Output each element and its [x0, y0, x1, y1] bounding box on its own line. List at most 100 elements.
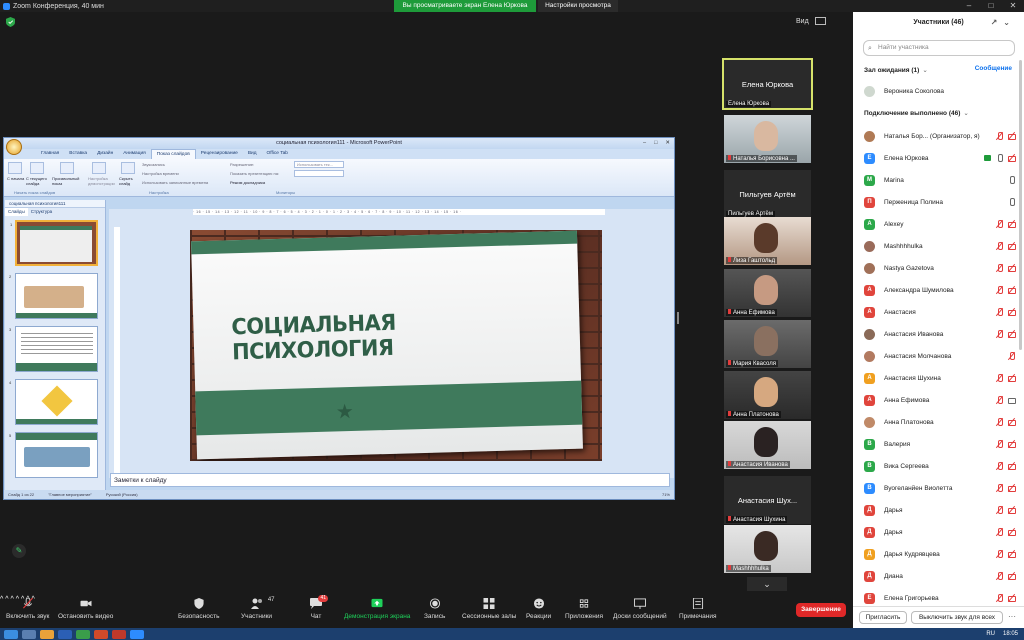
- pop-out-icon[interactable]: ↗: [991, 18, 1004, 27]
- participant-row[interactable]: В Вуогеланйен Виолетта: [864, 481, 1016, 495]
- participant-row[interactable]: П Перженица Полина: [864, 195, 1016, 209]
- taskbar-app-icon[interactable]: [22, 629, 36, 639]
- security-button[interactable]: Безопасность: [178, 598, 219, 620]
- chat-button[interactable]: 41 Чат: [310, 595, 328, 620]
- share-screen-button[interactable]: Демонстрация экрана: [344, 598, 410, 620]
- minimize-icon[interactable]: –: [958, 0, 980, 12]
- collapse-icon[interactable]: ⌄: [1003, 18, 1016, 27]
- current-slide: СОЦИАЛЬНАЯ ПСИХОЛОГИЯ ★: [190, 230, 602, 461]
- participant-row[interactable]: Анастасия Молчанова: [864, 349, 1016, 363]
- avatar: Д: [864, 504, 875, 516]
- ppt-tab: Вставка: [69, 151, 88, 156]
- participant-row[interactable]: Наталья Бор... (Организатор, я): [864, 129, 1016, 143]
- invite-button[interactable]: Пригласить: [859, 611, 907, 624]
- participant-list-scrollbar[interactable]: [1019, 60, 1022, 350]
- ppt-hide-slide-icon: [121, 162, 135, 174]
- participant-name: Анна Ефимова: [884, 396, 930, 404]
- powerpoint-icon[interactable]: [112, 629, 126, 639]
- caret-up-icon[interactable]: ^: [0, 596, 3, 603]
- zoom-taskbar-icon[interactable]: [130, 629, 144, 639]
- end-meeting-button[interactable]: Завершение: [796, 603, 846, 617]
- waiting-room-title[interactable]: Зал ожидания (1) ⌄: [864, 66, 928, 74]
- participant-row[interactable]: Анастасия Иванова: [864, 327, 1016, 341]
- notes-button[interactable]: Примечания: [679, 598, 717, 620]
- video-tile[interactable]: Анастасия Шух... Анастасия Шухина: [724, 476, 811, 524]
- participants-button[interactable]: 47 Участники: [241, 597, 275, 620]
- participant-row[interactable]: Д Дарья: [864, 503, 1016, 517]
- participant-row[interactable]: Д Дарья: [864, 525, 1016, 539]
- participant-row[interactable]: В Валерия: [864, 437, 1016, 451]
- ppt-theme-name: "Главное мероприятие": [48, 492, 92, 497]
- browser-icon[interactable]: [94, 629, 108, 639]
- maximize-icon[interactable]: □: [980, 0, 1002, 12]
- mic-muted-icon: [996, 484, 1004, 492]
- chevron-down-icon[interactable]: ⌄: [747, 577, 787, 591]
- avatar: В: [864, 460, 875, 472]
- record-button[interactable]: Запись: [424, 598, 445, 620]
- more-icon[interactable]: ···: [1008, 612, 1016, 621]
- video-tile[interactable]: Мария Квасоля: [724, 320, 811, 368]
- participant-row[interactable]: Nastya Gazetova: [864, 261, 1016, 275]
- video-off-icon: [1008, 242, 1016, 250]
- ppt-ribbon: С начала С текущего слайда Произвольный …: [4, 159, 674, 197]
- participant-row[interactable]: Д Диана: [864, 569, 1016, 583]
- waiting-message-link[interactable]: Сообщение: [975, 65, 1012, 72]
- participant-row[interactable]: А Александра Шумилова: [864, 283, 1016, 297]
- ppt-left-tabs: Слайды Структура: [5, 208, 105, 216]
- participant-name: Перженица Полина: [884, 198, 944, 206]
- participant-row[interactable]: А Анастасия: [864, 305, 1016, 319]
- language-indicator[interactable]: RU: [986, 628, 995, 640]
- video-off-icon: [1008, 484, 1016, 492]
- video-tile[interactable]: Лиза Гаштольд: [724, 217, 811, 265]
- participant-row[interactable]: M Marina: [864, 173, 1016, 187]
- participant-row[interactable]: А Анна Ефимова: [864, 393, 1016, 407]
- ppt-rehearse-check: Настройка времени: [142, 171, 179, 176]
- ppt-tab-outline: Структура: [30, 209, 53, 214]
- word-icon[interactable]: [58, 629, 72, 639]
- shield-icon[interactable]: [6, 17, 15, 27]
- participant-row[interactable]: Е Елена Юркова: [864, 151, 1016, 165]
- apps-button[interactable]: Приложения: [565, 598, 603, 620]
- annotate-pencil-icon[interactable]: ✎: [12, 544, 26, 558]
- avatar: П: [864, 196, 875, 208]
- slide-thumbnail-text: [21, 333, 93, 357]
- participant-row[interactable]: A Alexey: [864, 217, 1016, 231]
- view-settings-button[interactable]: Настройки просмотра: [538, 0, 618, 12]
- whiteboards-button[interactable]: Доски сообщений: [613, 598, 667, 620]
- video-tile[interactable]: Анастасия Иванова: [724, 421, 811, 469]
- folder-icon[interactable]: [40, 629, 54, 639]
- avatar: [864, 416, 875, 428]
- participant-row[interactable]: А Анастасия Шухина: [864, 371, 1016, 385]
- participant-row[interactable]: Д Дарья Кудрявцева: [864, 547, 1016, 561]
- participant-search-input[interactable]: ⌕ Найти участника: [863, 40, 1015, 56]
- video-tile[interactable]: Елена Юркова Елена Юркова: [722, 58, 813, 110]
- video-off-icon: [1008, 374, 1016, 382]
- participant-row[interactable]: В Вика Сергеева: [864, 459, 1016, 473]
- ppt-group-setup: Настройка: [149, 190, 169, 195]
- video-tile[interactable]: Наталья Борисовна ...: [724, 115, 811, 163]
- participant-row[interactable]: Mashhhhulka: [864, 239, 1016, 253]
- stop-video-button[interactable]: Остановить видео: [58, 598, 113, 620]
- connected-title[interactable]: Подключение выполнено (46) ⌄: [864, 109, 969, 117]
- muted-mic-icon: [728, 411, 731, 416]
- mute-all-button[interactable]: Выключить звук для всех: [911, 611, 1003, 624]
- participant-video-face: [754, 427, 778, 457]
- view-button[interactable]: Вид: [796, 17, 826, 25]
- unmute-button[interactable]: Включить звук: [6, 598, 49, 620]
- breakout-rooms-button[interactable]: Сессионные залы: [462, 598, 516, 620]
- reactions-button[interactable]: Реакции: [526, 598, 551, 620]
- video-tile[interactable]: Анна Ефимова: [724, 269, 811, 317]
- waiting-participant-row[interactable]: Вероника Соколова: [864, 84, 1016, 98]
- avatar: [864, 262, 875, 274]
- chrome-icon[interactable]: [76, 629, 90, 639]
- video-tile[interactable]: Анна Платонова: [724, 371, 811, 419]
- avatar: [864, 85, 875, 97]
- video-off-icon: [1008, 506, 1016, 514]
- video-tile[interactable]: Mashhhhulka: [724, 525, 811, 573]
- start-icon[interactable]: [4, 629, 18, 639]
- participant-row[interactable]: Анна Платонова: [864, 415, 1016, 429]
- split-divider-handle[interactable]: [677, 312, 679, 324]
- video-tile[interactable]: Пильгуев Артём Пильгуев Артём: [724, 170, 811, 218]
- participant-row[interactable]: Е Елена Григорьева: [864, 591, 1016, 605]
- close-icon[interactable]: ✕: [1002, 0, 1024, 12]
